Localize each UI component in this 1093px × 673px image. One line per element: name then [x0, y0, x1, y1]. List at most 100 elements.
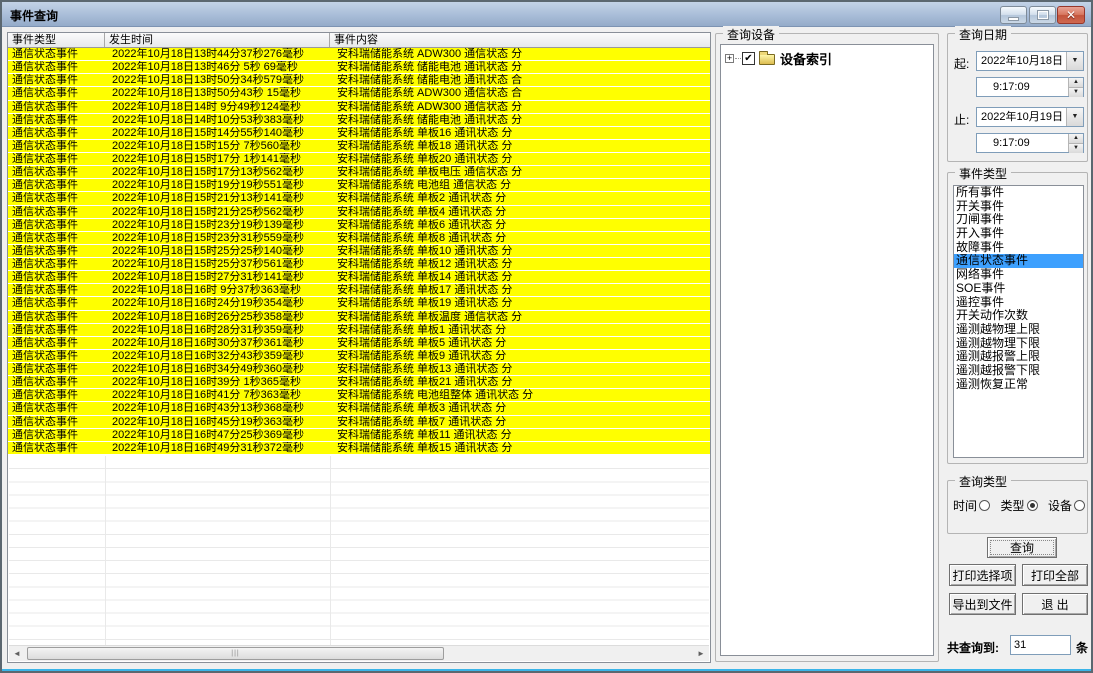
column-header[interactable]: 发生时间 [105, 33, 330, 47]
table-row[interactable]: 通信状态事件2022年10月18日15时15分 7秒560毫秒安科瑞储能系统 单… [8, 140, 710, 153]
scrollbar-thumb[interactable]: ||| [27, 647, 444, 660]
radio-icon[interactable] [1074, 500, 1085, 511]
table-row[interactable]: 通信状态事件2022年10月18日16时26分25秒358毫秒安科瑞储能系统 单… [8, 311, 710, 324]
table-row[interactable]: 通信状态事件2022年10月18日15时25分37秒561毫秒安科瑞储能系统 单… [8, 258, 710, 271]
event-type-item[interactable]: 所有事件 [954, 186, 1083, 200]
table-cell: 安科瑞储能系统 单板电压 通信状态 分 [330, 166, 710, 178]
event-type-item[interactable]: 开关事件 [954, 200, 1083, 214]
print-selected-button[interactable]: 打印选择项 [949, 564, 1016, 586]
table-row[interactable]: 通信状态事件2022年10月18日15时14分55秒140毫秒安科瑞储能系统 单… [8, 127, 710, 140]
from-date-value: 2022年10月18日 [977, 52, 1066, 70]
column-header[interactable]: 事件类型 [8, 33, 105, 47]
event-type-item[interactable]: 遥测恢复正常 [954, 378, 1083, 392]
to-date-dropdown[interactable]: 2022年10月19日 ▼ [976, 107, 1084, 127]
table-row[interactable]: 通信状态事件2022年10月18日14时 9分49秒124毫秒安科瑞储能系统 A… [8, 101, 710, 114]
event-type-item[interactable]: 遥测越报警上限 [954, 350, 1083, 364]
query-type-option[interactable]: 时间 [953, 497, 990, 514]
table-cell: 通信状态事件 [8, 219, 105, 231]
table-row[interactable]: 通信状态事件2022年10月18日15时21分25秒562毫秒安科瑞储能系统 单… [8, 206, 710, 219]
table-cell: 通信状态事件 [8, 258, 105, 270]
column-header[interactable]: 事件内容 [330, 33, 710, 47]
table-row[interactable]: 通信状态事件2022年10月18日13时50分43秒 15毫秒安科瑞储能系统 A… [8, 87, 710, 100]
table-row[interactable]: 通信状态事件2022年10月18日15时17分 1秒141毫秒安科瑞储能系统 单… [8, 153, 710, 166]
spin-up-icon[interactable]: ▲ [1069, 134, 1083, 144]
table-cell: 通信状态事件 [8, 179, 105, 191]
close-button[interactable]: ✕ [1057, 6, 1085, 24]
table-row[interactable]: 通信状态事件2022年10月18日15时27分31秒141毫秒安科瑞储能系统 单… [8, 271, 710, 284]
table-row[interactable]: 通信状态事件2022年10月18日16时30分37秒361毫秒安科瑞储能系统 单… [8, 337, 710, 350]
dropdown-arrow-icon[interactable]: ▼ [1066, 108, 1083, 126]
scroll-left-icon[interactable]: ◄ [9, 647, 25, 661]
table-row[interactable]: 通信状态事件2022年10月18日15时23分31秒559毫秒安科瑞储能系统 单… [8, 232, 710, 245]
horizontal-scrollbar[interactable]: ◄ ||| ► [9, 645, 709, 661]
event-type-item[interactable]: 遥控事件 [954, 296, 1083, 310]
table-row[interactable]: 通信状态事件2022年10月18日14时10分53秒383毫秒安科瑞储能系统 储… [8, 114, 710, 127]
table-row[interactable]: 通信状态事件2022年10月18日16时43分13秒368毫秒安科瑞储能系统 单… [8, 402, 710, 415]
query-type-groupbox: 查询类型 时间类型设备 [947, 480, 1088, 534]
table-row[interactable]: 通信状态事件2022年10月18日16时39分 1秒365毫秒安科瑞储能系统 单… [8, 376, 710, 389]
table-row[interactable]: 通信状态事件2022年10月18日16时47分25秒369毫秒安科瑞储能系统 单… [8, 429, 710, 442]
table-cell: 安科瑞储能系统 电池组 通信状态 分 [330, 179, 710, 191]
table-cell: 通信状态事件 [8, 74, 105, 86]
count-input[interactable] [1010, 635, 1071, 655]
tree-checkbox[interactable]: ✔ [742, 52, 755, 65]
to-time-spinner[interactable]: 9:17:09 ▲ ▼ [976, 133, 1084, 153]
table-cell: 2022年10月18日16时47分25秒369毫秒 [105, 429, 330, 441]
table-row[interactable]: 通信状态事件2022年10月18日13时44分37秒276毫秒安科瑞储能系统 A… [8, 48, 710, 61]
exit-button[interactable]: 退 出 [1022, 593, 1088, 615]
table-row[interactable]: 通信状态事件2022年10月18日16时45分19秒363毫秒安科瑞储能系统 单… [8, 416, 710, 429]
spin-up-icon[interactable]: ▲ [1069, 78, 1083, 88]
table-row[interactable]: 通信状态事件2022年10月18日15时17分13秒562毫秒安科瑞储能系统 单… [8, 166, 710, 179]
spin-down-icon[interactable]: ▼ [1069, 88, 1083, 97]
query-button[interactable]: 查询 [987, 537, 1057, 558]
event-type-item[interactable]: 遥测越报警下限 [954, 364, 1083, 378]
table-row[interactable]: 通信状态事件2022年10月18日13时50分34秒579毫秒安科瑞储能系统 储… [8, 74, 710, 87]
query-type-option[interactable]: 类型 [1000, 497, 1037, 514]
scroll-right-icon[interactable]: ► [693, 647, 709, 661]
table-cell: 通信状态事件 [8, 101, 105, 113]
table-cell: 通信状态事件 [8, 206, 105, 218]
table-row[interactable]: 通信状态事件2022年10月18日15时23分19秒139毫秒安科瑞储能系统 单… [8, 219, 710, 232]
event-type-item[interactable]: SOE事件 [954, 282, 1083, 296]
event-type-item[interactable]: 遥测越物理上限 [954, 323, 1083, 337]
event-type-item[interactable]: 通信状态事件 [954, 254, 1083, 268]
table-cell: 通信状态事件 [8, 442, 105, 454]
table-row[interactable]: 通信状态事件2022年10月18日16时32分43秒359毫秒安科瑞储能系统 单… [8, 350, 710, 363]
minimize-button[interactable] [1000, 6, 1027, 24]
from-date-dropdown[interactable]: 2022年10月18日 ▼ [976, 51, 1084, 71]
table-row[interactable]: 通信状态事件2022年10月18日15时19分19秒551毫秒安科瑞储能系统 电… [8, 179, 710, 192]
export-button[interactable]: 导出到文件 [949, 593, 1016, 615]
table-row[interactable]: 通信状态事件2022年10月18日15时25分25秒140毫秒安科瑞储能系统 单… [8, 245, 710, 258]
maximize-button[interactable] [1029, 6, 1056, 24]
table-row[interactable]: 通信状态事件2022年10月18日16时24分19秒354毫秒安科瑞储能系统 单… [8, 297, 710, 310]
table-cell: 通信状态事件 [8, 311, 105, 323]
event-type-item[interactable]: 遥测越物理下限 [954, 337, 1083, 351]
table-row[interactable]: 通信状态事件2022年10月18日16时28分31秒359毫秒安科瑞储能系统 单… [8, 324, 710, 337]
table-row[interactable]: 通信状态事件2022年10月18日16时49分31秒372毫秒安科瑞储能系统 单… [8, 442, 710, 455]
spin-down-icon[interactable]: ▼ [1069, 144, 1083, 153]
table-cell: 通信状态事件 [8, 87, 105, 99]
table-row[interactable]: 通信状态事件2022年10月18日16时41分 7秒363毫秒安科瑞储能系统 电… [8, 389, 710, 402]
table-cell: 通信状态事件 [8, 232, 105, 244]
tree-node-device-index[interactable]: + ✔ 设备索引 [725, 49, 933, 68]
event-type-item[interactable]: 网络事件 [954, 268, 1083, 282]
radio-label: 类型 [1000, 497, 1024, 514]
table-row[interactable]: 通信状态事件2022年10月18日16时34分49秒360毫秒安科瑞储能系统 单… [8, 363, 710, 376]
tree-expand-icon[interactable]: + [725, 54, 734, 63]
event-type-item[interactable]: 开关动作次数 [954, 309, 1083, 323]
dropdown-arrow-icon[interactable]: ▼ [1066, 52, 1083, 70]
table-row[interactable]: 通信状态事件2022年10月18日16时 9分37秒363毫秒安科瑞储能系统 单… [8, 284, 710, 297]
from-time-spinner[interactable]: 9:17:09 ▲ ▼ [976, 77, 1084, 97]
radio-icon[interactable] [979, 500, 990, 511]
event-type-item[interactable]: 刀闸事件 [954, 213, 1083, 227]
query-type-option[interactable]: 设备 [1048, 497, 1085, 514]
event-type-item[interactable]: 开入事件 [954, 227, 1083, 241]
table-row[interactable]: 通信状态事件2022年10月18日15时21分13秒141毫秒安科瑞储能系统 单… [8, 192, 710, 205]
query-type-group-label: 查询类型 [955, 473, 1011, 490]
table-row[interactable]: 通信状态事件2022年10月18日13时46分 5秒 69毫秒安科瑞储能系统 储… [8, 61, 710, 74]
radio-icon[interactable] [1027, 500, 1038, 511]
print-all-button[interactable]: 打印全部 [1022, 564, 1088, 586]
event-type-item[interactable]: 故障事件 [954, 241, 1083, 255]
table-cell: 2022年10月18日13时50分43秒 15毫秒 [105, 87, 330, 99]
table-cell: 通信状态事件 [8, 192, 105, 204]
